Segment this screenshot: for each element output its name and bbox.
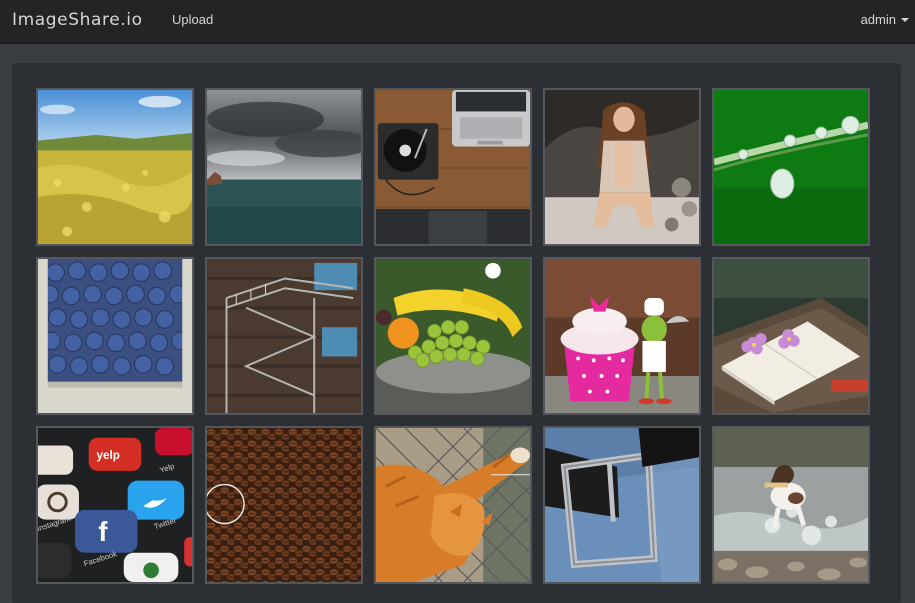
upload-link[interactable]: Upload (172, 12, 213, 27)
gallery-image-woman-in-cave[interactable] (543, 88, 701, 246)
gallery-image-leather-belt-buckle[interactable] (543, 426, 701, 584)
gallery-image-cupcake-and-frog-figurine[interactable] (543, 257, 701, 415)
gallery-image-dog-running-in-stream[interactable] (712, 426, 870, 584)
facebook-logo-text: f (98, 516, 108, 547)
caret-down-icon (901, 18, 909, 22)
gallery-image-cat-at-fence[interactable] (374, 426, 532, 584)
yelp-logo-text: yelp (96, 449, 119, 462)
gallery-image-stormy-sea[interactable] (205, 88, 363, 246)
gallery-image-dewdrops-on-grass[interactable] (712, 88, 870, 246)
gallery-image-open-book-with-flowers[interactable] (712, 257, 870, 415)
gallery-image-fire-escape-stairs[interactable] (205, 257, 363, 415)
gallery-image-turntable-and-laptop[interactable] (374, 88, 532, 246)
gallery-panel: yelp f Instagram Facebook Twitter Yelp (12, 63, 901, 603)
brand-link[interactable]: ImageShare.io (12, 10, 143, 30)
gallery-image-blueberries[interactable] (36, 257, 194, 415)
user-menu-toggle[interactable]: admin (861, 12, 909, 27)
user-name: admin (860, 12, 896, 27)
navbar: ImageShare.io Upload admin (0, 0, 915, 44)
gallery-image-social-app-icons[interactable]: yelp f Instagram Facebook Twitter Yelp (36, 426, 194, 584)
gallery-image-coffee-beans[interactable] (205, 426, 363, 584)
gallery-image-fruit-bowl[interactable] (374, 257, 532, 415)
gallery-image-rapeseed-field[interactable] (36, 88, 194, 246)
